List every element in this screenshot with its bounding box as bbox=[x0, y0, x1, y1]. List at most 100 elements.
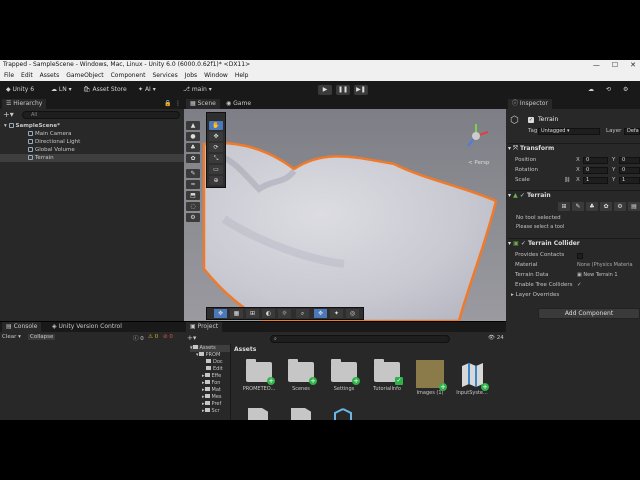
transform-tool-button[interactable]: ⊕ bbox=[209, 176, 223, 185]
active-checkbox[interactable]: ✓ bbox=[528, 117, 534, 123]
terrain-header[interactable]: ▾ ▲ ✓ Terrain bbox=[508, 190, 640, 200]
settings-icon[interactable]: ⚙ bbox=[620, 85, 631, 95]
rect-tool-button[interactable]: ▭ bbox=[209, 165, 223, 174]
settings-terrain-icon[interactable]: ⚙ bbox=[186, 213, 200, 222]
persp-label[interactable]: < Persp bbox=[468, 160, 489, 166]
project-tree-item[interactable]: ▸ Scr bbox=[202, 408, 220, 415]
minimize-button[interactable]: — bbox=[593, 60, 600, 70]
scale-x-field[interactable]: 1 bbox=[583, 177, 608, 184]
error-count[interactable]: ⊘ 0 bbox=[163, 334, 173, 340]
project-breadcrumb[interactable]: Assets bbox=[234, 346, 256, 353]
tab-version-control[interactable]: ◈ Unity Version Control bbox=[48, 322, 126, 332]
terrain-settings-icon[interactable]: ⚙ bbox=[614, 202, 626, 211]
project-tree-item[interactable]: Doc bbox=[206, 359, 223, 366]
add-object-button[interactable]: +▾ bbox=[3, 111, 14, 119]
project-tree-item[interactable]: ▸ Effe bbox=[202, 373, 221, 380]
hierarchy-item-terrain[interactable]: Terrain bbox=[0, 154, 184, 162]
project-tree-item[interactable]: Edit bbox=[206, 366, 223, 373]
close-button[interactable]: ✕ bbox=[630, 60, 636, 70]
material-field[interactable]: None (Physics Materia bbox=[577, 261, 633, 269]
terrain-paint-trees-icon[interactable]: ♣ bbox=[586, 202, 598, 211]
project-tree-assets[interactable]: ▾ Assets bbox=[190, 345, 230, 352]
menu-assets[interactable]: Assets bbox=[40, 70, 60, 81]
project-tree-item[interactable]: ▸ Mat bbox=[202, 387, 221, 394]
layer-overrides-foldout[interactable]: ▸ Layer Overrides bbox=[511, 291, 559, 299]
project-search-input[interactable]: ⌕ bbox=[270, 335, 450, 343]
user-button[interactable]: ☁ LN ▾ bbox=[48, 85, 75, 95]
hidden-count[interactable]: 👁 24 bbox=[488, 335, 504, 341]
tab-inspector[interactable]: ⓘ Inspector bbox=[508, 99, 552, 109]
hierarchy-item-main-camera[interactable]: Main Camera bbox=[28, 130, 71, 138]
transform-header[interactable]: ▾ ⤧ Transform bbox=[508, 143, 640, 153]
rotation-y-field[interactable]: 0 bbox=[619, 167, 640, 174]
holes-icon[interactable]: ◌ bbox=[186, 202, 200, 211]
rotate-tool-button[interactable]: ⟳ bbox=[209, 143, 223, 152]
draw-mode-button[interactable]: ◐ bbox=[262, 309, 275, 318]
scene-viewport[interactable] bbox=[184, 109, 506, 321]
project-tree-item[interactable]: ▾ PROM bbox=[196, 352, 220, 359]
collapse-button[interactable]: Collapse bbox=[28, 334, 56, 340]
tab-project[interactable]: ▣ Project bbox=[186, 322, 223, 332]
warning-count[interactable]: ⚠ 0 bbox=[148, 334, 158, 340]
terrain-detail-icon[interactable]: ✿ bbox=[186, 154, 200, 163]
hierarchy-item-directional-light[interactable]: Directional Light bbox=[28, 138, 80, 146]
create-asset-button[interactable]: +▾ bbox=[187, 334, 196, 342]
scene-root-row[interactable]: ▾ SampleScene* bbox=[4, 122, 182, 130]
zoom-button[interactable]: ⌕ bbox=[296, 309, 309, 318]
position-x-field[interactable]: 0 bbox=[583, 157, 608, 164]
unity-account-button[interactable]: ◆ Unity 6 bbox=[3, 85, 37, 95]
asset-item[interactable]: ✓ TutorialInfo bbox=[368, 359, 406, 392]
hand-tool-button[interactable]: ✋ bbox=[209, 121, 223, 130]
project-tree-item[interactable]: ▸ Fon bbox=[202, 380, 220, 387]
pause-button[interactable]: ❚❚ bbox=[336, 85, 350, 95]
move-gizmo-button[interactable]: ✥ bbox=[314, 309, 327, 318]
brush-icon[interactable]: ✎ bbox=[186, 169, 200, 178]
clear-button[interactable]: Clear ▾ bbox=[2, 334, 21, 340]
tab-game[interactable]: ◉ Game bbox=[222, 99, 255, 109]
hierarchy-search-input[interactable]: All bbox=[22, 111, 180, 119]
project-tree-item[interactable]: ▸ Pref bbox=[202, 401, 221, 408]
provides-contacts-checkbox[interactable] bbox=[577, 253, 583, 259]
terrain-data-field[interactable]: ▣ New Terrain 1 bbox=[577, 271, 618, 279]
terrain-collider-header[interactable]: ▾ ▣ ✓ Terrain Collider bbox=[508, 238, 640, 248]
terrain-paint-icon[interactable]: ● bbox=[186, 132, 200, 141]
tab-console[interactable]: ▤ Console bbox=[2, 322, 42, 332]
position-y-field[interactable]: 0 bbox=[619, 157, 640, 164]
rotation-x-field[interactable]: 0 bbox=[583, 167, 608, 174]
menu-gameobject[interactable]: GameObject bbox=[66, 70, 103, 81]
asset-item[interactable]: + Settings bbox=[325, 359, 363, 392]
menu-help[interactable]: Help bbox=[235, 70, 249, 81]
menu-jobs[interactable]: Jobs bbox=[185, 70, 197, 81]
terrain-create-neighbor-icon[interactable]: ⊞ bbox=[558, 202, 570, 211]
lighting-button[interactable]: ☼ bbox=[278, 309, 291, 318]
hierarchy-item-global-volume[interactable]: Global Volume bbox=[28, 146, 75, 154]
stamp-icon[interactable]: ⬒ bbox=[186, 191, 200, 200]
move-tool-button[interactable]: ✥ bbox=[209, 132, 223, 141]
tab-scene[interactable]: ▦ Scene bbox=[186, 99, 220, 109]
scale-y-field[interactable]: 1 bbox=[619, 177, 640, 184]
terrain-paint-details-icon[interactable]: ✿ bbox=[600, 202, 612, 211]
grid-toggle-button[interactable]: ▦ bbox=[230, 309, 243, 318]
cloud-icon[interactable]: ☁ bbox=[585, 85, 597, 95]
terrain-raise-icon[interactable]: ▲ bbox=[186, 121, 200, 130]
smooth-icon[interactable]: ≈ bbox=[186, 180, 200, 189]
prefab-icon[interactable] bbox=[333, 408, 353, 420]
terrain-paint-terrain-icon[interactable]: ✎ bbox=[572, 202, 584, 211]
history-icon[interactable]: ⟲ bbox=[603, 85, 614, 95]
menu-services[interactable]: Services bbox=[152, 70, 177, 81]
menu-edit[interactable]: Edit bbox=[21, 70, 33, 81]
menu-window[interactable]: Window bbox=[204, 70, 228, 81]
link-scale-icon[interactable]: ⛓ bbox=[564, 177, 570, 183]
tab-hierarchy[interactable]: ☰ Hierarchy bbox=[2, 99, 47, 109]
branch-button[interactable]: ⎇ main ▾ bbox=[180, 85, 215, 95]
asset-item[interactable]: + InputSyste... bbox=[453, 360, 491, 396]
menu-component[interactable]: Component bbox=[111, 70, 146, 81]
ai-button[interactable]: ✦ AI ▾ bbox=[135, 85, 159, 95]
terrain-extra-icon[interactable]: ▤ bbox=[628, 202, 640, 211]
asset-item[interactable]: + Images (1) bbox=[411, 360, 449, 396]
add-component-button[interactable]: Add Component bbox=[538, 308, 640, 319]
project-tree-item[interactable]: ▸ Mes bbox=[202, 394, 222, 401]
menu-file[interactable]: File bbox=[4, 70, 14, 81]
lock-icon[interactable]: 🔒 bbox=[164, 100, 171, 107]
object-name-field[interactable]: Terrain bbox=[538, 115, 558, 124]
